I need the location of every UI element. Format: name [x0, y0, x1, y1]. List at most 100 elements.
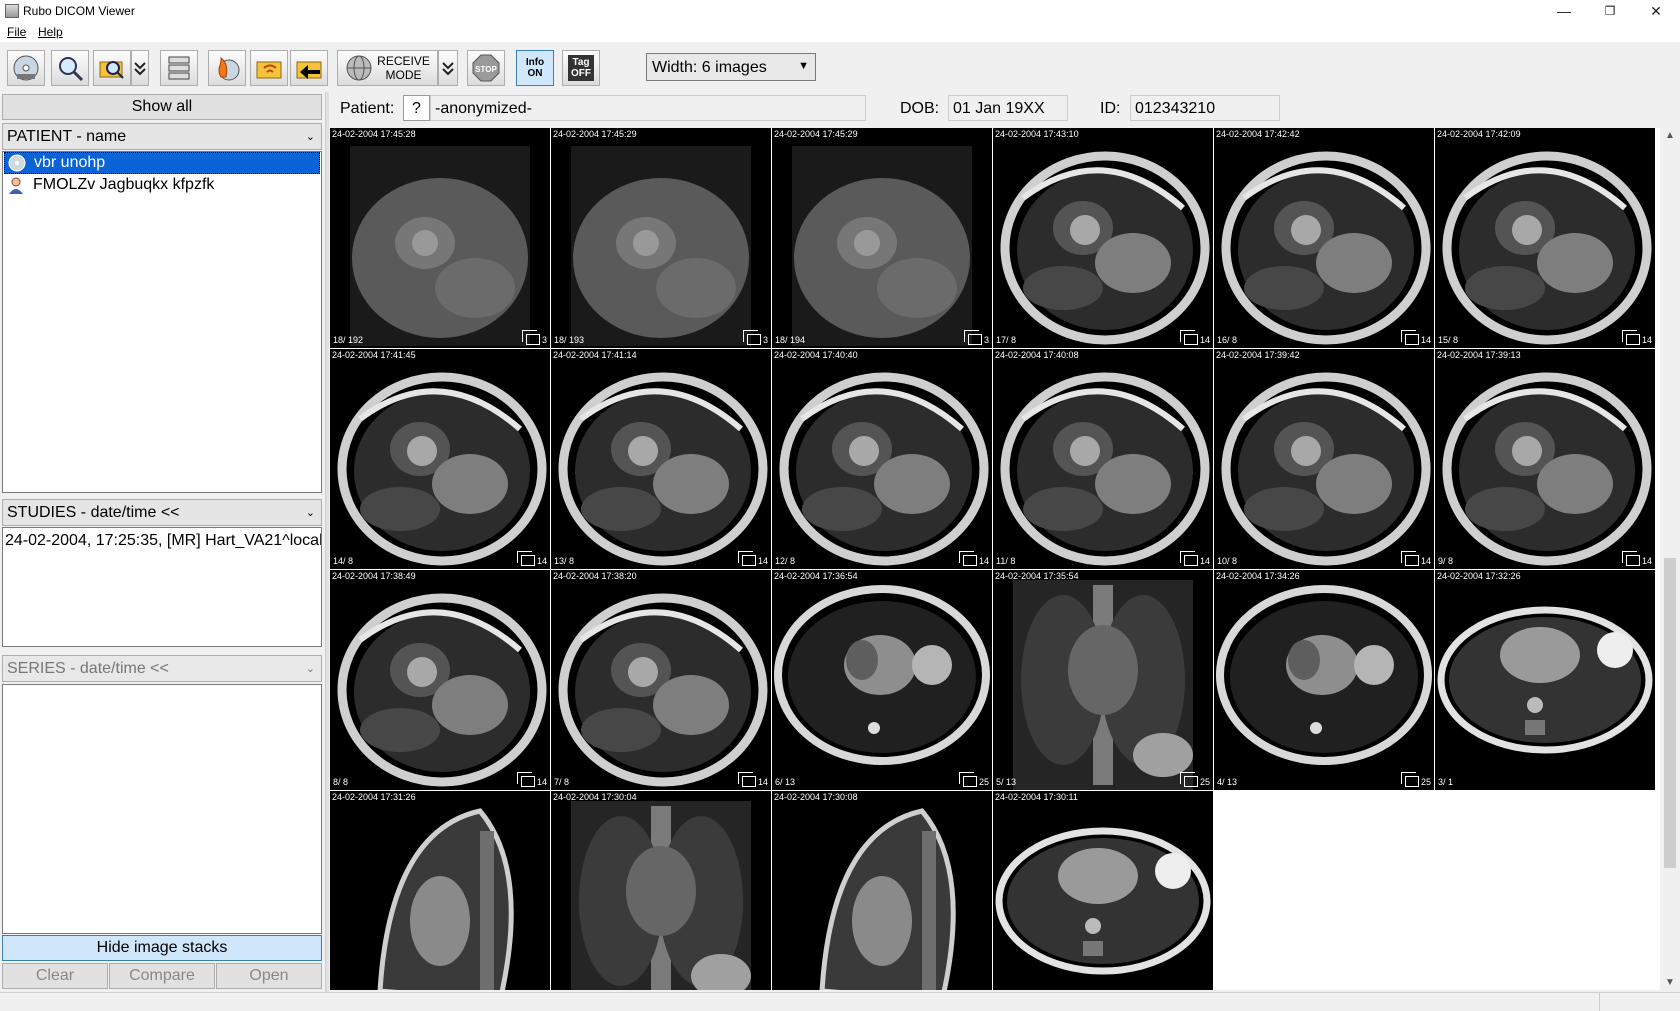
image-thumbnail[interactable]: 24-02-2004 17:36:54 6/ 13 25	[772, 570, 992, 790]
export-button[interactable]	[250, 50, 288, 86]
scroll-down-arrow-icon[interactable]: ▼	[1665, 977, 1675, 988]
menu-help[interactable]: Help	[38, 25, 63, 39]
image-grid-scrollbar[interactable]: ▲ ▼	[1660, 128, 1680, 990]
stack-indicator[interactable]: 14	[737, 551, 768, 566]
image-thumbnail[interactable]: 24-02-2004 17:34:26 4/ 13 25	[1214, 570, 1434, 790]
receive-dropdown-button[interactable]	[438, 50, 458, 86]
stack-indicator[interactable]: 3	[521, 330, 547, 345]
stack-indicator[interactable]: 14	[1400, 551, 1431, 566]
stack-count: 14	[1641, 335, 1652, 345]
menu-file[interactable]: File	[7, 25, 26, 39]
panel-splitter[interactable]	[325, 92, 329, 992]
network-button[interactable]	[160, 50, 198, 86]
image-thumbnail[interactable]: 24-02-2004 17:42:42 16/ 8 14	[1214, 128, 1434, 348]
patient-id-field: 012343210	[1130, 95, 1280, 121]
minimize-button[interactable]: —	[1541, 0, 1587, 22]
patient-item[interactable]: FMOLZv Jagbuqkx kfpzfk	[3, 174, 321, 196]
image-thumbnail[interactable]: 24-02-2004 17:43:10 17/ 8 14	[993, 128, 1213, 348]
image-thumbnail[interactable]: 24-02-2004 17:31:26	[330, 791, 550, 990]
stack-indicator[interactable]: 14	[958, 551, 989, 566]
search-button[interactable]	[51, 50, 89, 86]
folder-search-button[interactable]	[93, 50, 131, 86]
stack-icon	[1179, 330, 1198, 345]
show-all-button[interactable]: Show all	[2, 94, 322, 120]
stack-indicator[interactable]: 3	[742, 330, 768, 345]
patient-list[interactable]: vbr unohp FMOLZv Jagbuqkx kfpzfk	[2, 151, 322, 493]
image-thumbnail[interactable]: 24-02-2004 17:45:28 18/ 192 3	[330, 128, 550, 348]
studies-list[interactable]: 24-02-2004, 17:25:35, [MR] Hart_VA21^loc…	[2, 527, 322, 647]
tag-overlay-toggle-button[interactable]: Tag OFF	[562, 50, 600, 86]
folder-dropdown-button[interactable]	[131, 50, 149, 86]
image-thumbnail[interactable]: 24-02-2004 17:39:42 10/ 8 14	[1214, 349, 1434, 569]
image-thumbnail[interactable]: 24-02-2004 17:30:11	[993, 791, 1213, 990]
image-index: 14/ 8	[333, 556, 354, 566]
image-index: 13/ 8	[554, 556, 575, 566]
mri-image	[337, 372, 547, 566]
double-chevron-down-icon	[442, 62, 454, 76]
receive-label-2: MODE	[385, 68, 422, 82]
image-thumbnail[interactable]: 24-02-2004 17:45:29 18/ 194 3	[772, 128, 992, 348]
image-index: 18/ 192	[333, 335, 364, 345]
hide-image-stacks-button[interactable]: Hide image stacks	[2, 935, 322, 961]
stack-count: 14	[536, 556, 547, 566]
stack-indicator[interactable]: 25	[1179, 772, 1210, 787]
scrollbar-thumb[interactable]	[1664, 558, 1676, 868]
image-thumbnail[interactable]: 24-02-2004 17:30:04	[551, 791, 771, 990]
stack-indicator[interactable]: 14	[516, 551, 547, 566]
close-button[interactable]: ✕	[1633, 0, 1679, 22]
image-timestamp: 24-02-2004 17:42:42	[1216, 129, 1300, 139]
study-item[interactable]: 24-02-2004, 17:25:35, [MR] Hart_VA21^loc…	[3, 528, 321, 554]
open-cd-button[interactable]	[7, 50, 45, 86]
scroll-up-arrow-icon[interactable]: ▲	[1665, 130, 1675, 141]
stack-indicator[interactable]: 14	[1179, 330, 1210, 345]
width-select[interactable]: Width: 6 images ▼	[646, 53, 816, 81]
stack-indicator[interactable]: 14	[516, 772, 547, 787]
image-thumbnail[interactable]: 24-02-2004 17:45:29 18/ 193 3	[551, 128, 771, 348]
dob-label: DOB:	[900, 100, 940, 117]
image-thumbnail[interactable]: 24-02-2004 17:40:08 11/ 8 14	[993, 349, 1213, 569]
image-index: 3/ 1	[1438, 777, 1454, 787]
burn-cd-button[interactable]	[208, 50, 246, 86]
open-button[interactable]: Open	[216, 963, 322, 989]
patient-item[interactable]: vbr unohp	[4, 152, 320, 174]
series-list[interactable]	[2, 684, 322, 934]
stack-indicator[interactable]: 25	[958, 772, 989, 787]
stack-indicator[interactable]: 14	[737, 772, 768, 787]
patient-sort-combo[interactable]: PATIENT - name ⌄	[2, 123, 322, 150]
receive-mode-button[interactable]: RECEIVE MODE	[337, 50, 438, 86]
mri-image	[558, 593, 768, 787]
image-thumbnail[interactable]: 24-02-2004 17:42:09 15/ 8 14	[1435, 128, 1655, 348]
image-index: 12/ 8	[775, 556, 796, 566]
stack-count: 3	[762, 335, 768, 345]
stack-icon	[1621, 551, 1640, 566]
stack-indicator[interactable]: 25	[1400, 772, 1431, 787]
image-thumbnail[interactable]: 24-02-2004 17:41:45 14/ 8 14	[330, 349, 550, 569]
image-thumbnail[interactable]: 24-02-2004 17:35:54 5/ 13 25	[993, 570, 1213, 790]
clear-button[interactable]: Clear	[2, 963, 108, 989]
image-thumbnail[interactable]: 24-02-2004 17:39:13 9/ 8 14	[1435, 349, 1655, 569]
menu-bar: File Help	[0, 22, 1680, 42]
stack-indicator[interactable]: 14	[1400, 330, 1431, 345]
image-thumbnail[interactable]: 24-02-2004 17:30:08	[772, 791, 992, 990]
info-toggle-button[interactable]: Info ON	[516, 50, 554, 86]
info-label-2: ON	[527, 68, 543, 79]
resize-grip[interactable]	[1599, 993, 1680, 1011]
stop-button[interactable]: STOP	[467, 50, 505, 86]
studies-sort-combo[interactable]: STUDIES - date/time << ⌄	[2, 499, 322, 526]
image-timestamp: 24-02-2004 17:32:26	[1437, 571, 1521, 581]
import-button[interactable]	[290, 50, 328, 86]
image-thumbnail[interactable]: 24-02-2004 17:38:20 7/ 8 14	[551, 570, 771, 790]
compare-button[interactable]: Compare	[109, 963, 215, 989]
restore-button[interactable]: ❐	[1587, 0, 1633, 22]
image-thumbnail[interactable]: 24-02-2004 17:40:40 12/ 8 14	[772, 349, 992, 569]
stack-indicator[interactable]: 3	[963, 330, 989, 345]
image-thumbnail[interactable]: 24-02-2004 17:32:26 3/ 1	[1435, 570, 1655, 790]
stack-indicator[interactable]: 14	[1621, 551, 1652, 566]
stack-indicator[interactable]: 14	[1621, 330, 1652, 345]
image-thumbnail[interactable]: 24-02-2004 17:38:49 8/ 8 14	[330, 570, 550, 790]
stack-indicator[interactable]: 14	[1179, 551, 1210, 566]
series-sort-combo[interactable]: SERIES - date/time << ⌄	[2, 655, 322, 682]
stack-count: 14	[536, 777, 547, 787]
image-timestamp: 24-02-2004 17:43:10	[995, 129, 1079, 139]
image-thumbnail[interactable]: 24-02-2004 17:41:14 13/ 8 14	[551, 349, 771, 569]
